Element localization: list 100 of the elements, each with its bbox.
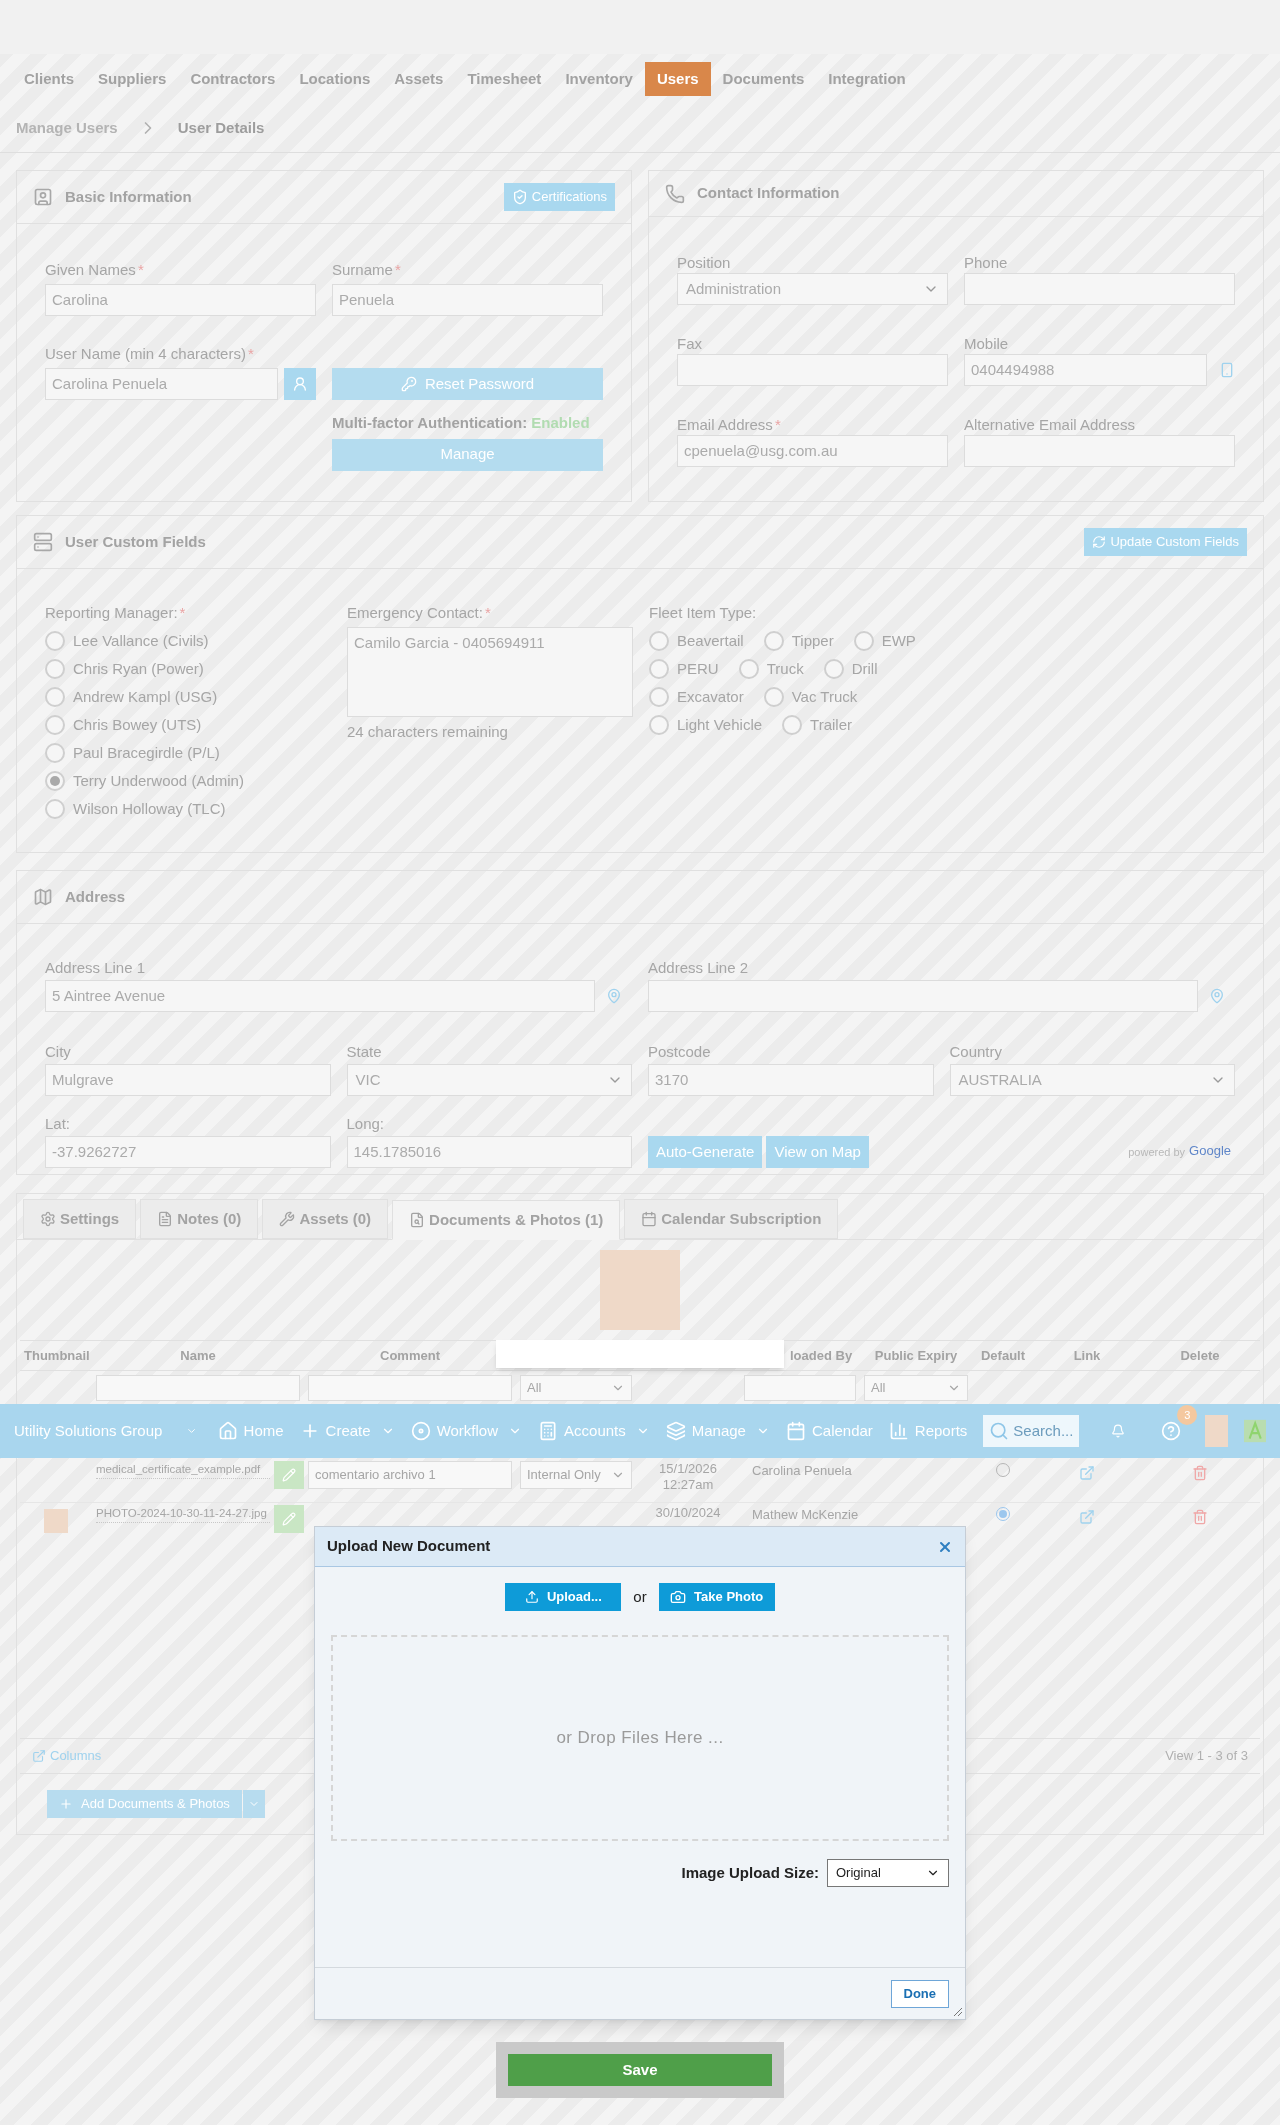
input-field[interactable] [964,435,1235,467]
drop-zone[interactable]: or Drop Files Here ... [331,1635,949,1841]
radio-button[interactable] [45,631,65,651]
header-menu-item[interactable]: Reports [888,1419,968,1443]
help-icon[interactable] [1161,1421,1182,1441]
header-menu-item[interactable]: Manage [665,1419,770,1443]
map-action-button[interactable]: Auto-Generate [648,1136,763,1168]
resize-grip-icon[interactable] [951,2005,963,2017]
section-tab[interactable]: Calendar Subscription [624,1199,839,1239]
field-label: Emergency Contact: [347,603,483,623]
add-documents-button[interactable]: Add Documents & Photos [47,1790,242,1818]
input-field[interactable]: -37.9262727 [45,1136,331,1168]
edit-button[interactable] [274,1505,304,1533]
external-link-icon[interactable] [1079,1509,1095,1525]
search-icon [989,1421,1010,1441]
nav-tab[interactable]: Documents [710,62,817,96]
add-options-caret[interactable] [242,1790,265,1818]
nav-tab[interactable]: Clients [12,62,86,96]
filter-field[interactable] [744,1375,856,1401]
select-field[interactable]: AUSTRALIA [949,1064,1235,1096]
filter-field[interactable] [308,1375,512,1401]
section-tab[interactable]: Settings [23,1199,137,1239]
breadcrumb-link[interactable]: Manage Users [16,116,118,140]
nav-tab[interactable]: Assets [382,62,456,96]
header-menu-item[interactable]: Create [299,1419,395,1443]
input-field[interactable]: Carolina Penuela [45,368,278,400]
input-field[interactable] [648,980,1198,1012]
input-field[interactable]: 3170 [648,1064,934,1096]
header-menu-item[interactable]: Accounts [538,1419,650,1443]
upload-button[interactable]: Upload... [505,1583,622,1611]
radio-button[interactable] [649,687,669,707]
radio-button[interactable] [763,687,784,707]
nav-tab[interactable]: Suppliers [86,62,179,96]
done-button[interactable]: Done [890,1979,949,2008]
input-field[interactable]: Mulgrave [45,1064,331,1096]
nav-tab[interactable]: Integration [816,62,918,96]
radio-button[interactable] [45,715,65,735]
header-menu-item[interactable]: Workflow [410,1419,523,1443]
mobile-phone-icon[interactable] [1219,362,1235,378]
filter-field[interactable] [96,1375,300,1401]
search-field[interactable]: Search... [983,1415,1080,1447]
file-name[interactable]: PHOTO-2024-10-30-11-24-27.jpg [96,1505,270,1524]
edit-button[interactable] [274,1461,304,1489]
nav-tab[interactable]: Users [644,62,711,96]
filter-select[interactable]: All [520,1375,632,1401]
nav-tab[interactable]: Inventory [553,62,645,96]
input-field[interactable]: 5 Aintree Avenue [45,980,595,1012]
radio-button[interactable] [763,631,784,651]
radio-button[interactable] [782,715,803,735]
header-menu-item[interactable]: Home [217,1419,284,1443]
field-label: Position [677,253,731,273]
radio-button[interactable] [649,631,669,651]
map-pin-icon[interactable] [605,988,622,1004]
section-tab[interactable]: Documents & Photos (1) [392,1200,621,1240]
radio-button[interactable] [649,715,669,735]
delete-icon[interactable] [1192,1465,1208,1481]
input-field[interactable]: Penuela [332,284,603,316]
radio-button[interactable] [823,659,844,679]
section-tab[interactable]: Notes (0) [140,1199,259,1239]
radio-button[interactable] [45,799,65,819]
select-field[interactable]: VIC [346,1064,632,1096]
user-button[interactable] [284,368,316,400]
take-photo-button[interactable]: Take Photo [658,1583,775,1611]
manage-button[interactable]: Manage [332,438,603,471]
input-field[interactable]: cpenuela@usg.com.au [677,435,948,467]
radio-button[interactable] [45,771,65,791]
section-tab[interactable]: Assets (0) [262,1199,389,1239]
filter-select[interactable]: All [864,1375,968,1401]
radio-button[interactable] [853,631,874,651]
nav-tab[interactable]: Locations [287,62,383,96]
file-name[interactable]: medical_certificate_example.pdf [96,1461,270,1480]
input-field[interactable] [677,354,948,386]
avatar-placeholder[interactable] [1205,1415,1228,1447]
input-field[interactable]: 145.1785016 [346,1136,632,1168]
columns-link[interactable]: Columns [32,1746,102,1766]
nav-tab[interactable]: Contractors [178,62,288,96]
certifications-button[interactable]: Certifications [503,183,615,211]
header-menu-item[interactable]: Calendar [785,1419,873,1443]
map-pin-icon[interactable] [1208,988,1225,1004]
radio-button[interactable] [45,659,65,679]
radio-button[interactable] [45,687,65,707]
nav-tab[interactable]: Timesheet [455,62,554,96]
save-button[interactable]: Save [508,2054,772,2086]
input-field[interactable]: 0404494988 [964,354,1207,386]
reset-password-button[interactable]: Reset Password [332,368,603,400]
radio-button[interactable] [649,659,669,679]
text-area[interactable]: Camilo Garcia - 0405694911 [347,627,633,717]
update-custom-fields-button[interactable]: Update Custom Fields [1084,528,1247,556]
radio-button[interactable] [45,743,65,763]
visibility-select[interactable]: Internal Only [520,1461,632,1489]
input-field[interactable] [964,273,1235,305]
radio-button[interactable] [738,659,759,679]
comment-field[interactable]: comentario archivo 1 [308,1461,512,1489]
delete-icon[interactable] [1192,1509,1208,1525]
select-field[interactable]: Administration [677,273,948,305]
organization-name[interactable]: Utility Solutions Group [14,1419,163,1443]
input-field[interactable]: Carolina [45,284,316,316]
map-action-button[interactable]: View on Map [766,1136,869,1168]
image-size-select[interactable]: Original [827,1859,949,1887]
external-link-icon[interactable] [1079,1465,1095,1481]
